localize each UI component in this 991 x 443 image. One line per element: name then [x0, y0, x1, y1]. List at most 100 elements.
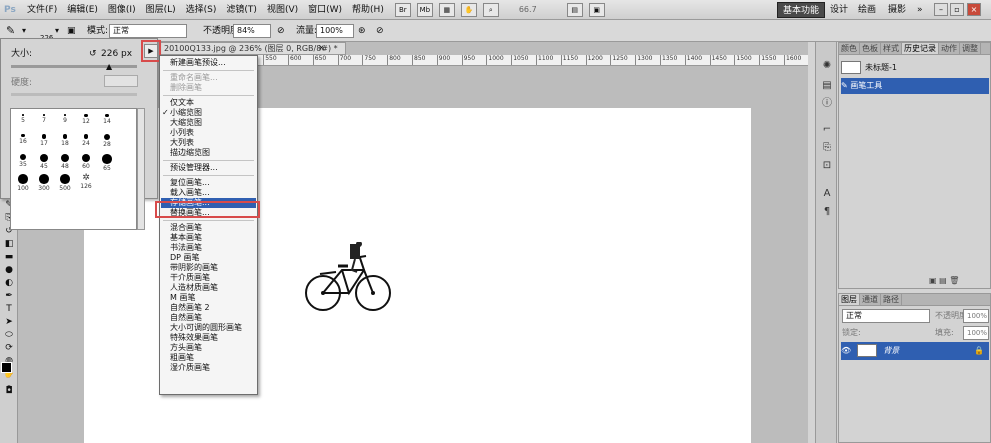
hand-icon[interactable]: ✋ [460, 2, 477, 17]
grid-scrollbar[interactable] [137, 108, 145, 230]
zoom-tool-icon[interactable]: ⌕ [482, 2, 499, 17]
brush-preset[interactable]: 18 [55, 132, 75, 152]
brush-preset[interactable]: 35 [13, 152, 33, 172]
navigator-icon[interactable]: ▤ [821, 80, 833, 92]
blur-icon[interactable]: ● [3, 265, 15, 276]
menu-item[interactable]: 自然画笔 [161, 313, 256, 323]
layer-row-background[interactable]: 👁 背景 🔒 [841, 342, 989, 360]
history-state-brush[interactable]: ✎ 画笔工具 [841, 78, 989, 94]
view-extras-icon[interactable]: ▦ [438, 2, 455, 17]
panel-tab-2[interactable]: 样式 [881, 43, 902, 54]
menu-item[interactable]: 方头画笔 [161, 343, 256, 353]
menu-item[interactable]: 混合画笔 [161, 223, 256, 233]
menu-item[interactable]: 粗画笔 [161, 353, 256, 363]
menu-item[interactable]: 大列表 [161, 138, 256, 148]
menu-4[interactable]: 选择(S) [181, 0, 222, 20]
menu-6[interactable]: 视图(V) [262, 0, 303, 20]
panel-tab-4[interactable]: 动作 [939, 43, 960, 54]
gradient-icon[interactable]: ▬ [3, 252, 15, 263]
zoom-level[interactable]: 66.7 [519, 5, 537, 14]
size-slider[interactable] [11, 65, 137, 68]
menu-item[interactable]: 湿介质画笔 [161, 363, 256, 373]
brush-preset[interactable]: 28 [97, 132, 117, 152]
restore-icon[interactable]: ▫ [950, 3, 964, 16]
3d-rotate-icon[interactable]: ⟳ [3, 343, 15, 354]
workspace-more[interactable]: » [912, 2, 928, 18]
menu-item[interactable]: 小列表 [161, 128, 256, 138]
panel-tab-0[interactable]: 图层 [839, 294, 860, 305]
menu-5[interactable]: 滤镜(T) [221, 0, 262, 20]
arrange-documents-icon[interactable]: ▤ [566, 2, 583, 17]
menu-item[interactable]: 描边缩览图 [161, 148, 256, 158]
brush-preset[interactable]: 5 [13, 112, 33, 132]
pressure-size-icon[interactable]: ⊘ [376, 24, 384, 38]
menu-item[interactable]: 大缩览图 [161, 118, 256, 128]
brush-preset[interactable]: 12 [76, 112, 96, 132]
shape-icon[interactable]: ⬭ [3, 330, 15, 341]
reset-size-icon[interactable]: ↺ [89, 47, 97, 61]
brush-preset[interactable]: 300 [34, 172, 54, 192]
panel-tab-5[interactable]: 调整 [960, 43, 981, 54]
screen-mode-icon[interactable]: ▣ [588, 2, 605, 17]
layer-opacity-input[interactable]: 100% [963, 309, 989, 323]
mode-select[interactable]: 正常 [109, 24, 187, 38]
fill-input[interactable]: 100% [963, 326, 989, 340]
mini-bridge-icon[interactable]: Mb [416, 2, 433, 17]
opacity-input[interactable]: 84% [233, 24, 271, 38]
menu-1[interactable]: 编辑(E) [62, 0, 103, 20]
character-icon[interactable]: A [821, 188, 833, 200]
brush-preset[interactable]: 14 [97, 112, 117, 132]
tool-presets-icon[interactable]: ⊡ [821, 160, 833, 172]
menu-0[interactable]: 文件(F) [22, 0, 62, 20]
panel-tab-1[interactable]: 通道 [860, 294, 881, 305]
size-value[interactable]: 226 px [101, 47, 132, 61]
document-close-icon[interactable]: × [318, 43, 325, 52]
minimize-icon[interactable]: – [934, 3, 948, 16]
foreground-color-swatch[interactable] [1, 362, 12, 373]
color-panel-icon[interactable]: ✺ [821, 60, 833, 72]
brush-preset[interactable]: 48 [55, 152, 75, 172]
path-select-icon[interactable]: ➤ [3, 317, 15, 328]
menu-item[interactable]: 删除画笔 [161, 83, 256, 93]
blend-mode-select[interactable]: 正常 [842, 309, 930, 323]
menu-item[interactable]: 复位画笔... [161, 178, 256, 188]
panel-tab-1[interactable]: 色板 [860, 43, 881, 54]
menu-item[interactable]: 干介质画笔 [161, 273, 256, 283]
panel-tab-3[interactable]: 历史记录 [902, 43, 939, 54]
menu-item[interactable]: 重命名画笔... [161, 73, 256, 83]
menu-8[interactable]: 帮助(H) [347, 0, 389, 20]
brush-preset[interactable]: 65 [97, 152, 117, 172]
menu-item[interactable]: 载入画笔... [161, 188, 256, 198]
quick-mask-icon[interactable]: ◘ [3, 386, 15, 397]
menu-item[interactable]: 特殊效果画笔 [161, 333, 256, 343]
brush-preset[interactable]: 45 [34, 152, 54, 172]
panel-tab-2[interactable]: 路径 [881, 294, 902, 305]
workspace-essentials[interactable]: 基本功能 [777, 2, 826, 18]
brush-preset[interactable]: 60 [76, 152, 96, 172]
menu-item[interactable]: M 画笔 [161, 293, 256, 303]
brush-tool-dropdown[interactable]: ▾ [22, 24, 26, 38]
menu-2[interactable]: 图像(I) [103, 0, 141, 20]
pressure-opacity-icon[interactable]: ⊘ [277, 24, 285, 38]
menu-item[interactable]: DP 画笔 [161, 253, 256, 263]
brush-preset[interactable]: 9 [55, 112, 75, 132]
hardness-input[interactable] [104, 75, 138, 87]
clone-source-icon[interactable]: ⎘ [821, 142, 833, 154]
menu-item[interactable]: 人造材质画笔 [161, 283, 256, 293]
eraser-icon[interactable]: ◧ [3, 239, 15, 250]
menu-item[interactable]: 预设管理器... [161, 163, 256, 173]
menu-item[interactable]: ✓ 小缩览图 [161, 108, 256, 118]
menu-item[interactable]: 新建画笔预设... [161, 58, 256, 68]
brush-preset[interactable]: 24 [76, 132, 96, 152]
flow-input[interactable]: 100% [316, 24, 354, 38]
visibility-eye-icon[interactable]: 👁 [841, 346, 851, 355]
hardness-slider[interactable] [11, 93, 137, 96]
close-icon[interactable]: × [967, 3, 981, 16]
panel-tab-0[interactable]: 颜色 [839, 43, 860, 54]
workspace-painting[interactable]: 绘画 [853, 2, 881, 18]
brush-picker-arrow[interactable]: ▾ [55, 24, 59, 38]
menu-item[interactable]: 仅文本 [161, 98, 256, 108]
menu-item[interactable]: 书法画笔 [161, 243, 256, 253]
menu-item[interactable]: 基本画笔 [161, 233, 256, 243]
history-snapshot[interactable]: 未标题-1 [841, 60, 989, 76]
